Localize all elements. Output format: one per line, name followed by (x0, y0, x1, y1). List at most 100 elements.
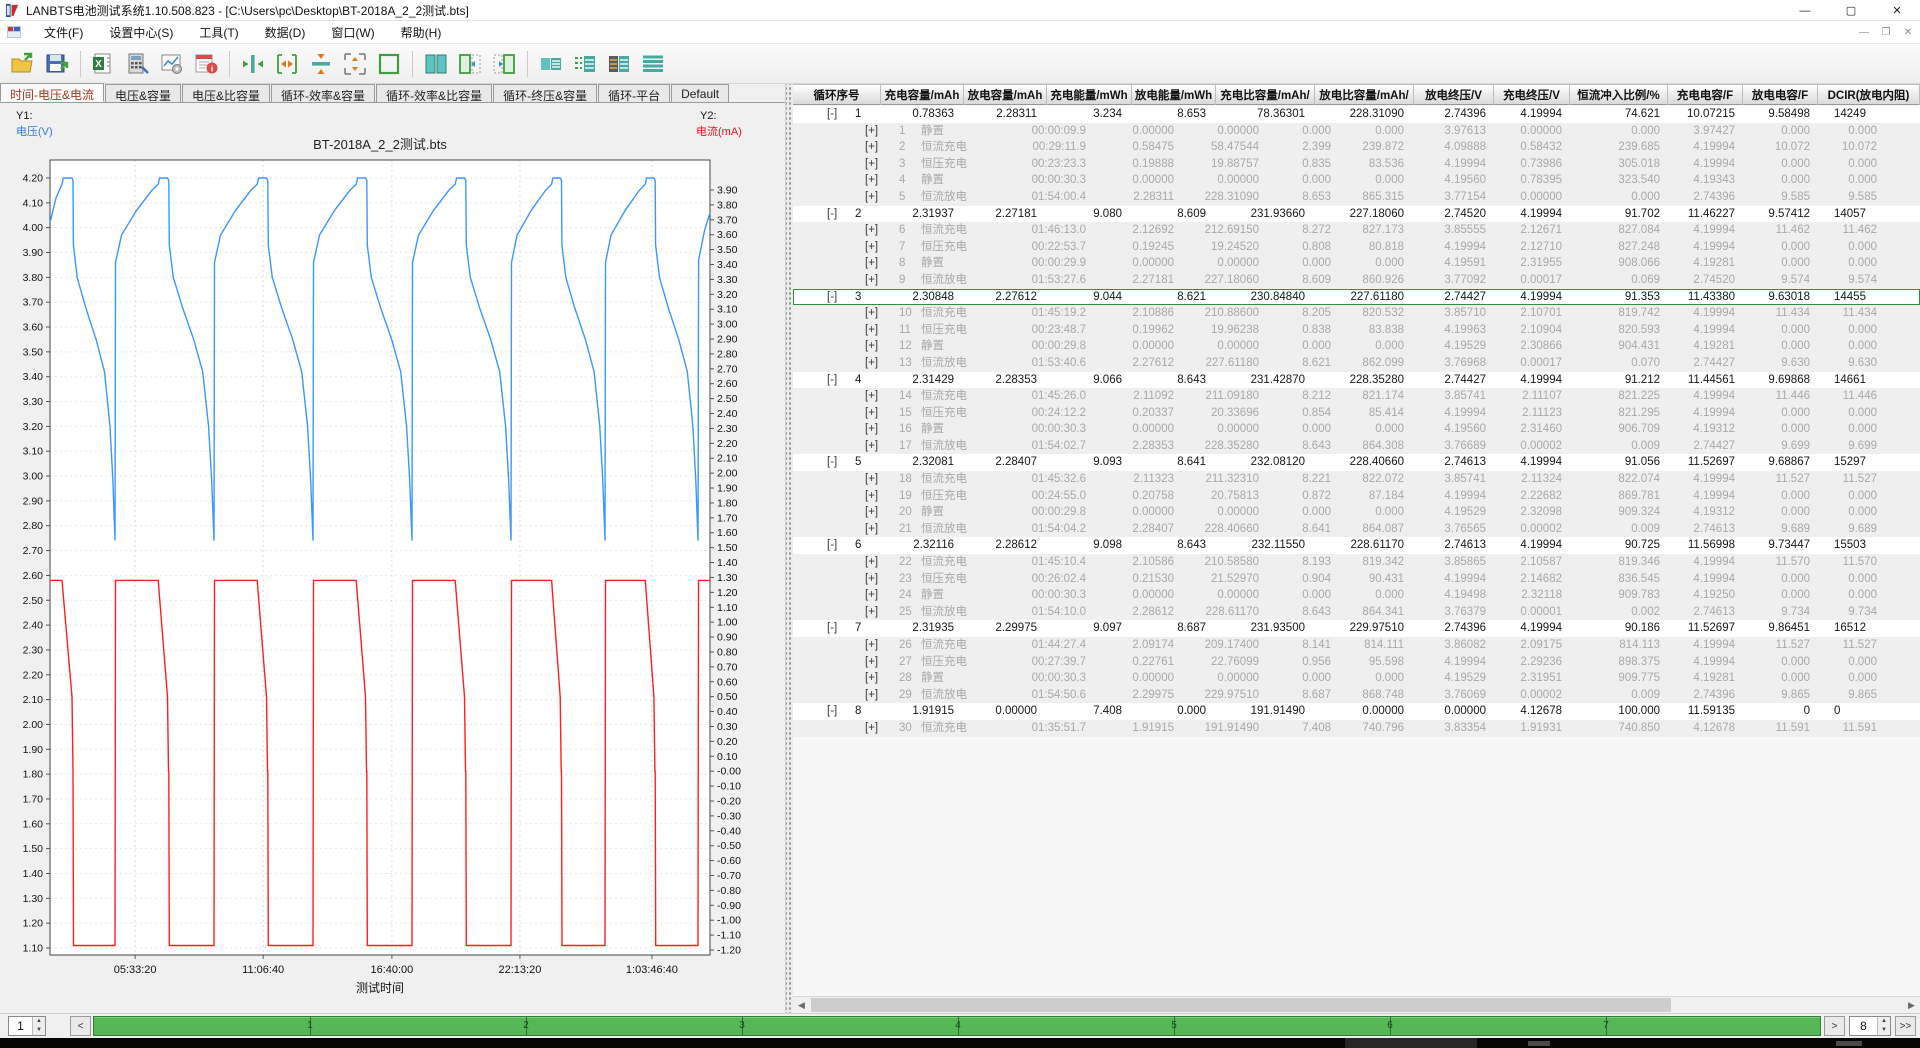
minimize-button[interactable]: — (1782, 0, 1828, 21)
expand-expander-icon[interactable]: [+] (865, 571, 878, 588)
expand-expander-icon[interactable]: [+] (865, 272, 878, 289)
tab-6[interactable]: 循环-平台 (598, 84, 670, 102)
menu-item-5[interactable]: 帮助(H) (388, 21, 455, 44)
cycle-range-bar[interactable]: 1234567 (93, 1016, 1821, 1036)
column-header-0[interactable]: 循环序号 (793, 85, 881, 105)
expand-expander-icon[interactable]: [+] (865, 255, 878, 272)
grid-view-4-icon[interactable] (639, 50, 667, 78)
panel-splitter[interactable] (785, 84, 793, 1013)
step-row-2[interactable]: [+]2恒流充电00:29:11.90.5847558.475442.39923… (793, 139, 1920, 156)
collapse-expander-icon[interactable]: [-] (827, 106, 837, 123)
tab-3[interactable]: 循环-效率&容量 (271, 84, 375, 102)
expand-expander-icon[interactable]: [+] (865, 438, 878, 455)
spinner-arrows[interactable]: ▲▼ (32, 1017, 45, 1035)
column-header-6[interactable]: 放电比容量/mAh/ (1315, 85, 1414, 105)
menu-item-2[interactable]: 工具(T) (186, 21, 251, 44)
zoom-frame-icon[interactable] (341, 50, 369, 78)
column-header-11[interactable]: 放电电容/F (1743, 85, 1818, 105)
expand-expander-icon[interactable]: [+] (865, 670, 878, 687)
step-row-1[interactable]: [+]1静置00:00:09.90.000000.000000.0000.000… (793, 123, 1920, 140)
fit-width-icon[interactable] (239, 50, 267, 78)
step-row-16[interactable]: [+]16静置00:00:30.30.000000.000000.0000.00… (793, 421, 1920, 438)
collapse-expander-icon[interactable]: [-] (827, 620, 837, 637)
calendar-info-icon[interactable]: i (192, 50, 220, 78)
expand-expander-icon[interactable]: [+] (865, 156, 878, 173)
expand-expander-icon[interactable]: [+] (865, 471, 878, 488)
step-row-21[interactable]: [+]21恒流放电01:54:04.22.28407228.406608.641… (793, 521, 1920, 538)
collapse-expander-icon[interactable]: [-] (827, 372, 837, 389)
expand-expander-icon[interactable]: [+] (865, 604, 878, 621)
step-row-29[interactable]: [+]29恒流放电01:54:50.62.29975229.975108.687… (793, 687, 1920, 704)
column-header-10[interactable]: 充电电容/F (1668, 85, 1743, 105)
column-header-4[interactable]: 放电能量/mWh (1132, 85, 1216, 105)
expand-expander-icon[interactable]: [+] (865, 521, 878, 538)
pane-left-icon[interactable] (456, 50, 484, 78)
cycle-row-4[interactable]: [-]42.314292.283539.0668.643231.42870228… (793, 372, 1920, 389)
expand-expander-icon[interactable]: [+] (865, 587, 878, 604)
expand-expander-icon[interactable]: [+] (865, 687, 878, 704)
expand-expander-icon[interactable]: [+] (865, 421, 878, 438)
mdi-window-button-0[interactable]: — (1856, 26, 1872, 40)
excel-export-icon[interactable]: X (90, 50, 118, 78)
grid-view-1-icon[interactable] (537, 50, 565, 78)
column-header-5[interactable]: 充电比容量/mAh/ (1216, 85, 1315, 105)
cycle-row-2[interactable]: [-]22.319372.271819.0808.609231.93660227… (793, 206, 1920, 223)
expand-expander-icon[interactable]: [+] (865, 388, 878, 405)
step-row-11[interactable]: [+]11恒压充电00:23:48.70.1996219.962380.8388… (793, 322, 1920, 339)
step-row-6[interactable]: [+]6恒流充电01:46:13.02.12692212.691508.2728… (793, 222, 1920, 239)
chart-edit-icon[interactable] (158, 50, 186, 78)
step-row-22[interactable]: [+]22恒流充电01:45:10.42.10586210.585808.193… (793, 554, 1920, 571)
cycle-row-3[interactable]: [-]32.308482.276129.0448.621230.84840227… (793, 289, 1920, 306)
step-row-20[interactable]: [+]20静置00:00:29.80.000000.000000.0000.00… (793, 504, 1920, 521)
step-row-7[interactable]: [+]7恒压充电00:22:53.70.1924519.245200.80880… (793, 239, 1920, 256)
last-cycle-button[interactable]: >> (1895, 1016, 1916, 1036)
expand-expander-icon[interactable]: [+] (865, 123, 878, 140)
full-frame-icon[interactable] (375, 50, 403, 78)
step-row-28[interactable]: [+]28静置00:00:30.30.000000.000000.0000.00… (793, 670, 1920, 687)
collapse-expander-icon[interactable]: [-] (827, 289, 837, 306)
grid-view-3-icon[interactable] (605, 50, 633, 78)
menu-item-1[interactable]: 设置中心(S) (96, 21, 186, 44)
cycle-row-7[interactable]: [-]72.319352.299759.0978.687231.93500229… (793, 620, 1920, 637)
step-row-8[interactable]: [+]8静置00:00:29.90.000000.000000.0000.000… (793, 255, 1920, 272)
column-header-9[interactable]: 恒流冲入比例/% (1570, 85, 1668, 105)
expand-expander-icon[interactable]: [+] (865, 654, 878, 671)
grid-view-2-icon[interactable] (571, 50, 599, 78)
table-horizontal-scrollbar[interactable]: ◀ ▶ (793, 996, 1920, 1013)
step-row-30[interactable]: [+]30恒流充电01:35:51.71.91915191.914907.408… (793, 720, 1920, 737)
step-row-3[interactable]: [+]3恒压充电00:23:23.30.1988819.887570.83583… (793, 156, 1920, 173)
step-row-24[interactable]: [+]24静置00:00:30.30.000000.000000.0000.00… (793, 587, 1920, 604)
cycle-row-6[interactable]: [-]62.321162.286129.0988.643232.11550228… (793, 537, 1920, 554)
expand-expander-icon[interactable]: [+] (865, 139, 878, 156)
step-row-27[interactable]: [+]27恒压充电00:27:39.70.2276122.760990.9569… (793, 654, 1920, 671)
fit-horizontal-icon[interactable] (273, 50, 301, 78)
expand-expander-icon[interactable]: [+] (865, 554, 878, 571)
open-file-icon[interactable] (9, 50, 37, 78)
step-row-4[interactable]: [+]4静置00:00:30.30.000000.000000.0000.000… (793, 172, 1920, 189)
cycle-row-1[interactable]: [-]10.783632.283113.2348.65378.36301228.… (793, 106, 1920, 123)
column-header-3[interactable]: 充电能量/mWh (1047, 85, 1132, 105)
mdi-window-button-2[interactable]: ✕ (1900, 26, 1916, 40)
expand-expander-icon[interactable]: [+] (865, 322, 878, 339)
column-header-2[interactable]: 放电容量/mAh (964, 85, 1047, 105)
menu-item-4[interactable]: 窗口(W) (318, 21, 387, 44)
expand-expander-icon[interactable]: [+] (865, 305, 878, 322)
pane-right-icon[interactable] (490, 50, 518, 78)
scrollbar-thumb[interactable] (811, 998, 1671, 1012)
expand-expander-icon[interactable]: [+] (865, 338, 878, 355)
expand-expander-icon[interactable]: [+] (865, 239, 878, 256)
end-cycle-spinner[interactable]: 8 ▲▼ (1849, 1016, 1891, 1036)
column-header-12[interactable]: DCIR(放电内阻) (1818, 85, 1920, 105)
step-row-25[interactable]: [+]25恒流放电01:54:10.02.28612228.611708.643… (793, 604, 1920, 621)
prev-cycle-button[interactable]: < (70, 1016, 91, 1036)
spinner-arrows[interactable]: ▲▼ (1877, 1017, 1890, 1035)
collapse-expander-icon[interactable]: [-] (827, 454, 837, 471)
expand-expander-icon[interactable]: [+] (865, 720, 878, 737)
expand-expander-icon[interactable]: [+] (865, 172, 878, 189)
scroll-left-arrow-icon[interactable]: ◀ (793, 997, 810, 1013)
tab-7[interactable]: Default (671, 84, 729, 102)
step-row-19[interactable]: [+]19恒压充电00:24:55.00.2075820.758130.8728… (793, 488, 1920, 505)
step-row-17[interactable]: [+]17恒流放电01:54:02.72.28353228.352808.643… (793, 438, 1920, 455)
next-cycle-button[interactable]: > (1824, 1016, 1845, 1036)
collapse-expander-icon[interactable]: [-] (827, 703, 837, 720)
